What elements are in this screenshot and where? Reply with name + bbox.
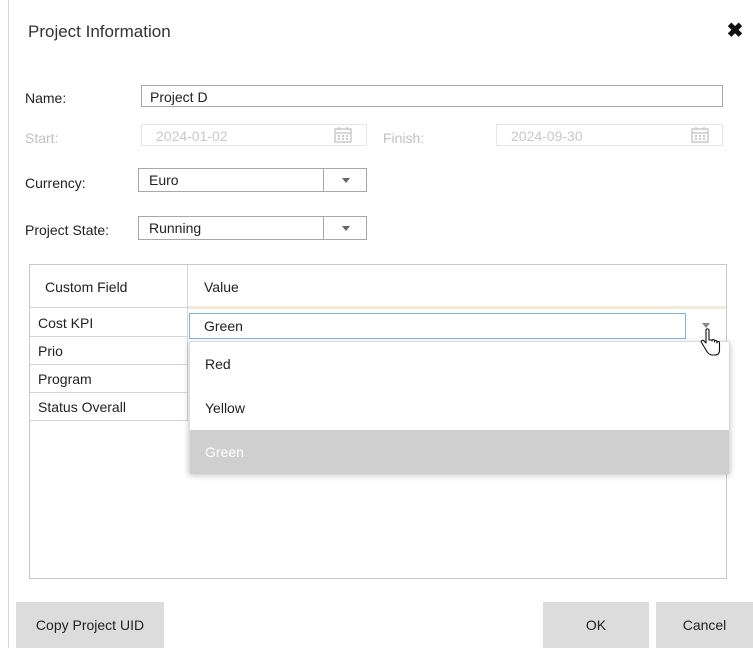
finish-date-field[interactable]: 2024-09-30: [496, 124, 723, 146]
row-field-name: Program: [38, 371, 92, 387]
option-label: Red: [205, 356, 231, 372]
project-information-dialog: Project Information ✖ Name: Project D St…: [0, 0, 753, 648]
select-divider: [323, 169, 324, 191]
dropdown-option-red[interactable]: Red: [190, 342, 729, 386]
row-field-name: Prio: [38, 343, 63, 359]
dialog-border: [8, 0, 9, 648]
row-field-name: Cost KPI: [38, 315, 94, 331]
option-label: Yellow: [205, 400, 245, 416]
column-header-custom-field[interactable]: Custom Field: [45, 279, 127, 295]
dialog-title: Project Information: [28, 22, 171, 41]
column-header-value[interactable]: Value: [204, 279, 239, 295]
calendar-icon[interactable]: [333, 126, 353, 144]
currency-select[interactable]: Euro: [138, 168, 367, 192]
dropdown-option-yellow[interactable]: Yellow: [190, 386, 729, 430]
name-label: Name:: [25, 90, 67, 106]
header-accent-line: [188, 306, 726, 309]
project-state-value: Running: [149, 220, 202, 236]
calendar-icon[interactable]: [690, 126, 710, 144]
grid-header: Custom Field Value: [30, 265, 726, 308]
table-row[interactable]: Cost KPI: [30, 309, 187, 337]
dropdown-option-green[interactable]: Green: [190, 430, 729, 474]
hand-cursor-icon: [700, 328, 721, 356]
value-cell-editor[interactable]: Green: [189, 313, 686, 339]
start-label: Start:: [25, 130, 59, 146]
name-field[interactable]: Project D: [141, 85, 723, 107]
close-icon[interactable]: ✖: [724, 20, 746, 42]
table-row[interactable]: Prio: [30, 337, 187, 365]
project-state-select[interactable]: Running: [138, 216, 367, 240]
finish-label: Finish:: [383, 130, 425, 146]
currency-label: Currency:: [25, 175, 86, 191]
cancel-button[interactable]: Cancel: [656, 602, 753, 648]
copy-project-uid-button[interactable]: Copy Project UID: [16, 602, 164, 648]
table-row[interactable]: Program: [30, 365, 187, 393]
option-label: Green: [205, 444, 244, 460]
value-cell-text: Green: [204, 318, 243, 334]
chevron-down-icon[interactable]: [342, 226, 350, 231]
value-dropdown-list: Red Yellow Green: [189, 341, 730, 474]
row-field-name: Status Overall: [38, 399, 126, 415]
currency-value: Euro: [149, 172, 179, 188]
project-state-label: Project State:: [25, 222, 110, 238]
ok-button[interactable]: OK: [543, 602, 649, 648]
column-divider: [187, 265, 188, 421]
select-divider: [323, 217, 324, 239]
table-row[interactable]: Status Overall: [30, 393, 187, 421]
chevron-down-icon[interactable]: [342, 178, 350, 183]
